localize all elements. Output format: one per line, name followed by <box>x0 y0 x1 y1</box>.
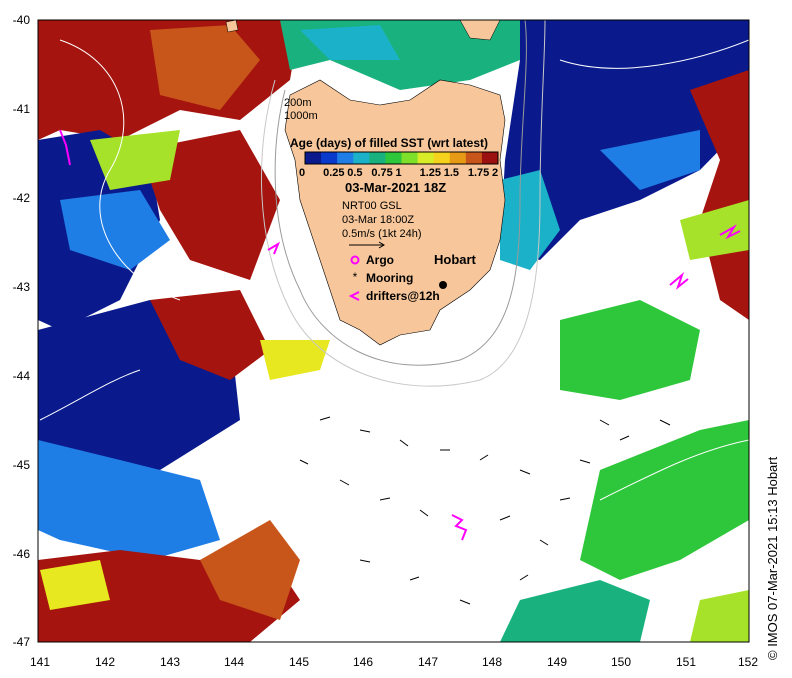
y-tick-label: -40 <box>12 13 30 27</box>
colorbar-tick-label: 0.75 <box>371 167 393 179</box>
colorbar-tick-label: 2 <box>492 167 499 179</box>
colorbar-swatch <box>481 152 499 164</box>
y-tick-label: -45 <box>12 458 30 472</box>
y-tick-label: -44 <box>12 369 30 383</box>
x-tick-label: 151 <box>675 655 697 669</box>
x-tick-label: 146 <box>352 655 374 669</box>
colorbar <box>304 151 499 165</box>
colorbar-date: 03-Mar-2021 18Z <box>345 180 447 195</box>
hobart-marker <box>439 281 447 289</box>
currents-scale-arrow <box>349 241 385 249</box>
colorbar-swatch <box>337 152 354 164</box>
colorbar-tick-label: 1.75 <box>467 167 490 179</box>
legend-argo: Argo <box>366 253 394 267</box>
currents-time: 03-Mar 18:00Z <box>342 214 415 226</box>
x-tick-label: 152 <box>737 655 759 669</box>
x-tick-label: 143 <box>159 655 181 669</box>
drifter-icon <box>349 291 360 301</box>
place-label-hobart: Hobart <box>434 252 476 267</box>
contour-label-200m: 200m <box>284 97 312 109</box>
y-tick-label: -43 <box>12 280 30 294</box>
y-tick-label: -42 <box>12 191 30 205</box>
map-frame: -40 -41 -42 -43 -44 -45 -46 -47 141 142 … <box>0 0 792 678</box>
x-tick-label: 150 <box>610 655 632 669</box>
colorbar-swatch <box>401 152 419 164</box>
legend-drifters: drifters@12h <box>366 289 440 303</box>
x-tick-label: 145 <box>288 655 310 669</box>
colorbar-tick-label: 0.25 <box>323 167 345 179</box>
king-island <box>225 20 239 33</box>
x-tick-label: 141 <box>29 655 51 669</box>
contour-label-1000m: 1000m <box>284 110 318 122</box>
colorbar-swatch <box>465 152 483 164</box>
colorbar-swatch <box>369 152 386 164</box>
colorbar-tick-label: 1 <box>395 167 402 179</box>
colorbar-swatch <box>417 152 435 164</box>
colorbar-swatch <box>433 152 451 164</box>
legend-mooring: Mooring <box>366 271 414 285</box>
y-tick-label: -46 <box>12 547 30 561</box>
mooring-icon: * <box>353 272 358 282</box>
colorbar-swatch <box>449 152 467 164</box>
colorbar-swatch <box>353 152 370 164</box>
colorbar-tick-label: 1.25 <box>419 167 442 179</box>
svg-text:*: * <box>353 272 358 282</box>
x-tick-label: 148 <box>481 655 503 669</box>
x-tick-label: 149 <box>546 655 568 669</box>
y-tick-label: -41 <box>12 102 30 116</box>
credit-label: © IMOS 07-Mar-2021 15:13 Hobart <box>765 456 780 660</box>
x-tick-label: 147 <box>417 655 439 669</box>
colorbar-tick-label: 0.5 <box>347 167 363 179</box>
argo-icon <box>350 255 360 265</box>
y-tick-label: -47 <box>12 635 30 649</box>
x-tick-label: 144 <box>223 655 245 669</box>
colorbar-tick-label: 1.5 <box>443 167 460 179</box>
colorbar-title: Age (days) of filled SST (wrt latest) <box>290 136 489 150</box>
colorbar-swatch <box>385 152 402 164</box>
sst-map <box>37 19 750 643</box>
colorbar-tick-label: 0 <box>299 167 306 179</box>
x-tick-label: 142 <box>94 655 116 669</box>
currents-scale: 0.5m/s (1kt 24h) <box>342 228 422 240</box>
currents-source: NRT00 GSL <box>342 200 402 212</box>
colorbar-swatch <box>321 152 338 164</box>
colorbar-swatch <box>305 152 322 164</box>
